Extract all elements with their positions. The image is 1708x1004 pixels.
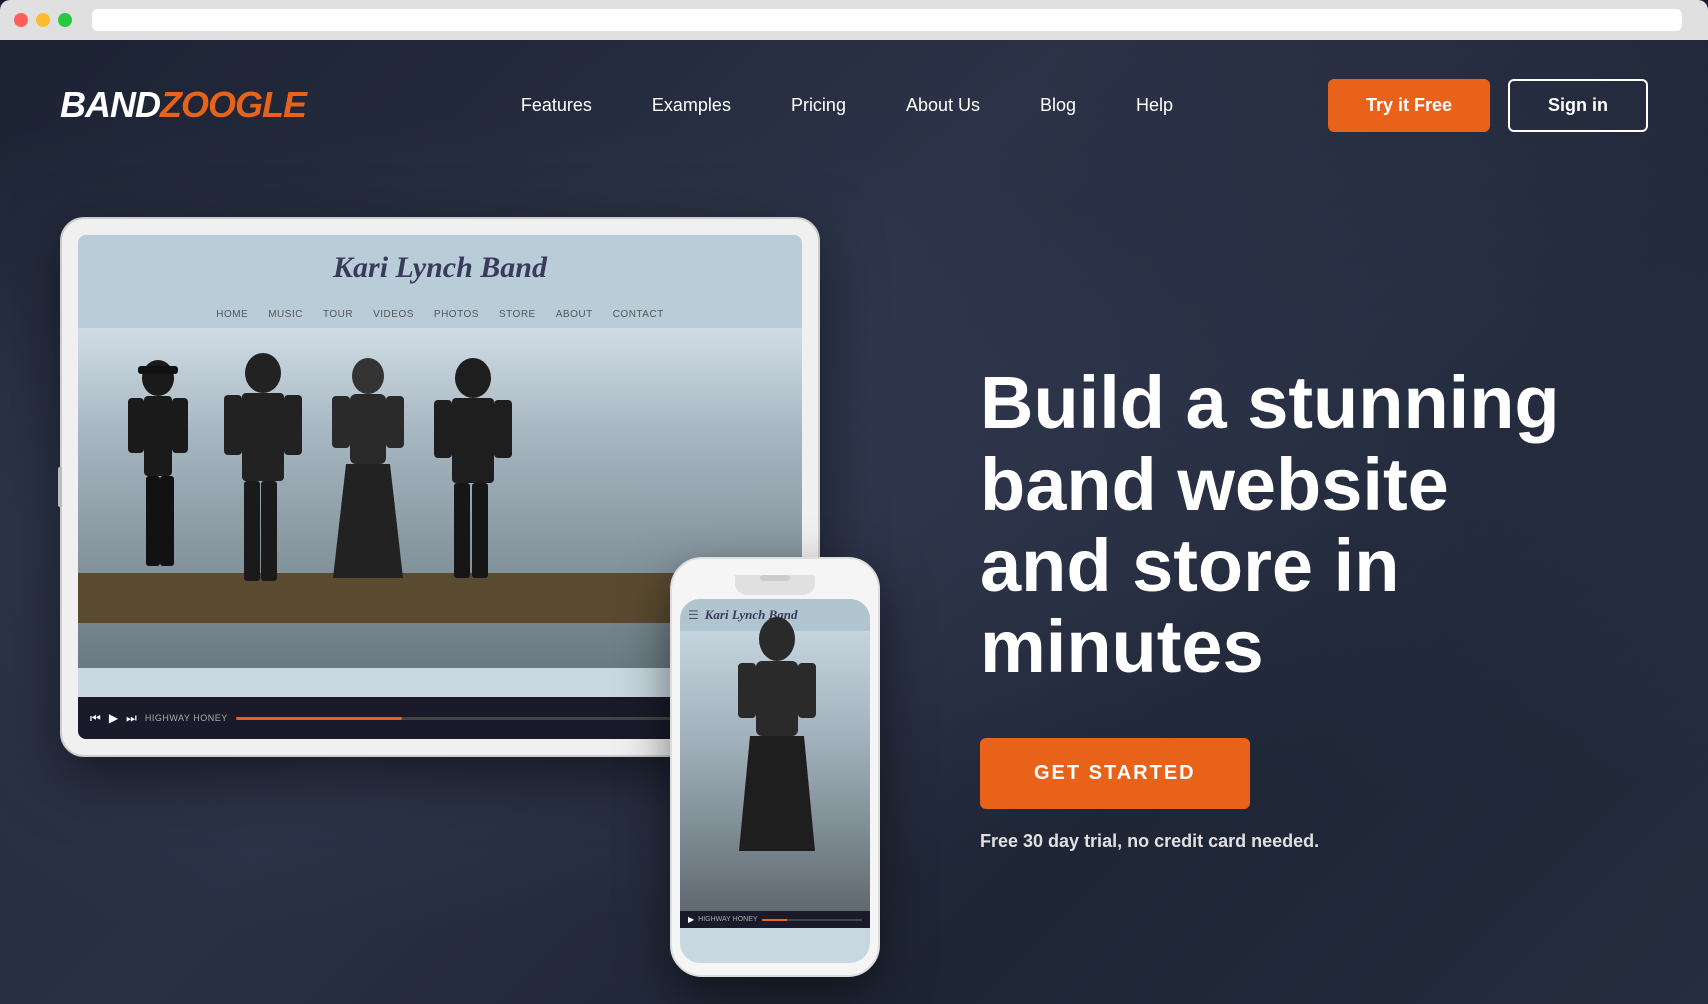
nav-pricing[interactable]: Pricing xyxy=(761,95,876,116)
tablet-nav-tour: TOUR xyxy=(323,309,353,320)
tablet-nav-store: STORE xyxy=(499,309,536,320)
player-next-icon[interactable]: ⏭ xyxy=(126,711,137,726)
tablet-site-header: Kari Lynch Band xyxy=(78,235,802,301)
hero-section: Kari Lynch Band HOME MUSIC TOUR VIDEOS P… xyxy=(0,170,1708,1004)
hero-headline-line4: minutes xyxy=(980,605,1264,688)
mac-minimize-button[interactable] xyxy=(36,13,50,27)
nav-actions: Try it Free Sign in xyxy=(1328,79,1648,132)
phone-notch xyxy=(735,575,815,595)
phone-progress-fill xyxy=(762,919,787,921)
sign-in-button[interactable]: Sign in xyxy=(1508,79,1648,132)
tablet-nav-photos: PHOTOS xyxy=(434,309,479,320)
browser-body: BAND ZOOGLE Features Examples Pricing Ab… xyxy=(0,40,1708,1004)
player-prev-icon[interactable]: ⏮ xyxy=(90,711,101,726)
logo-band-text: BAND xyxy=(60,84,160,126)
phone-progress-bar xyxy=(762,919,862,921)
nav-about[interactable]: About Us xyxy=(876,95,1010,116)
player-play-icon[interactable]: ▶ xyxy=(109,711,118,725)
phone-play-icon[interactable]: ▶ xyxy=(688,915,694,924)
phone-player-song: HIGHWAY HONEY xyxy=(698,916,757,923)
logo[interactable]: BAND ZOOGLE xyxy=(60,84,306,126)
mac-maximize-button[interactable] xyxy=(58,13,72,27)
mac-titlebar xyxy=(0,0,1708,40)
logo-zoogle-text: ZOOGLE xyxy=(160,84,306,126)
tablet-nav-contact: CONTACT xyxy=(613,309,664,320)
hero-text: Build a stunning band website and store … xyxy=(920,322,1648,852)
tablet-site-nav: HOME MUSIC TOUR VIDEOS PHOTOS STORE ABOU… xyxy=(78,301,802,328)
get-started-button[interactable]: GET STARTED xyxy=(980,738,1250,809)
nav-blog[interactable]: Blog xyxy=(1010,95,1106,116)
tablet-site-title: Kari Lynch Band xyxy=(98,251,782,285)
hero-headline-line2: band website xyxy=(980,443,1449,526)
hero-headline-line3: and store in xyxy=(980,524,1399,607)
navbar: BAND ZOOGLE Features Examples Pricing Ab… xyxy=(0,40,1708,170)
phone-mockup: ☰ Kari Lynch Band xyxy=(670,557,880,977)
nav-help[interactable]: Help xyxy=(1106,95,1203,116)
url-bar[interactable] xyxy=(92,9,1682,31)
tablet-nav-videos: VIDEOS xyxy=(373,309,414,320)
hero-headline: Build a stunning band website and store … xyxy=(980,362,1648,688)
hero-subtext: Free 30 day trial, no credit card needed… xyxy=(980,831,1648,852)
band-svg xyxy=(88,348,608,628)
tablet-nav-home: HOME xyxy=(216,309,248,320)
band-silhouettes xyxy=(430,608,450,668)
tablet-nav-about: ABOUT xyxy=(556,309,593,320)
try-free-button[interactable]: Try it Free xyxy=(1328,79,1490,132)
phone-band-image xyxy=(680,631,870,911)
mac-close-button[interactable] xyxy=(14,13,28,27)
player-song-label: HIGHWAY HONEY xyxy=(145,713,228,723)
phone-singer-svg xyxy=(680,611,870,891)
nav-examples[interactable]: Examples xyxy=(622,95,761,116)
tablet-nav-music: MUSIC xyxy=(268,309,303,320)
phone-player: ▶ HIGHWAY HONEY xyxy=(680,911,870,928)
tablet-side-button xyxy=(58,467,62,507)
nav-features[interactable]: Features xyxy=(491,95,622,116)
nav-links: Features Examples Pricing About Us Blog … xyxy=(366,95,1328,116)
device-mockups: Kari Lynch Band HOME MUSIC TOUR VIDEOS P… xyxy=(60,217,920,977)
player-progress-fill xyxy=(236,717,402,720)
hero-headline-line1: Build a stunning xyxy=(980,361,1560,444)
phone-screen: ☰ Kari Lynch Band xyxy=(680,599,870,963)
